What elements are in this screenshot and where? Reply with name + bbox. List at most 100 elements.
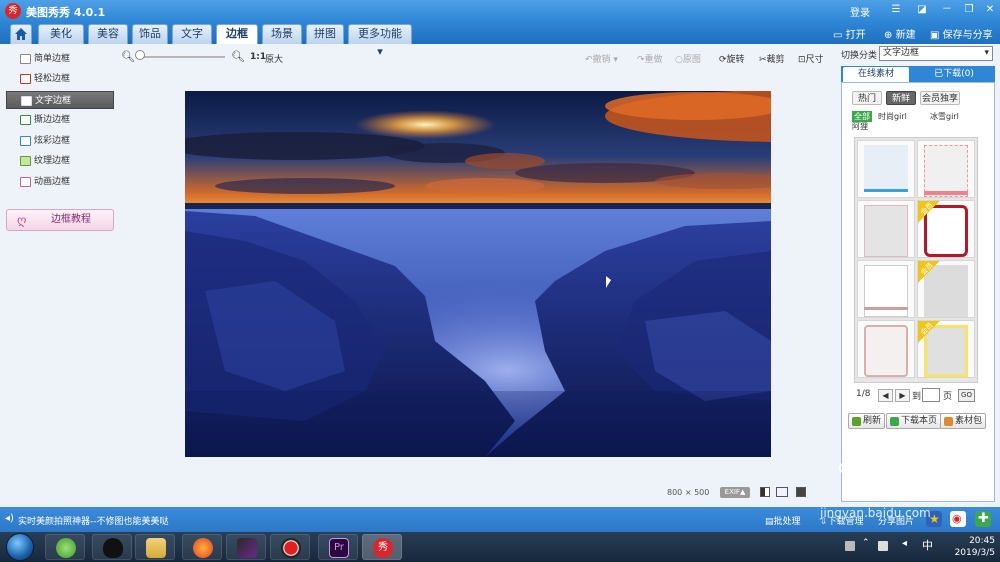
material-pack-button[interactable]: 素材包	[940, 413, 987, 429]
minimize-button[interactable]: －	[939, 3, 955, 17]
share-image-button[interactable]: 分享图片	[878, 514, 914, 527]
zoom-in-icon[interactable]: 🔍︎	[231, 50, 245, 63]
resize-button[interactable]: ⊡尺寸	[798, 52, 824, 65]
clock-date: 2019/3/5	[954, 548, 995, 558]
next-page-button[interactable]: ▶	[895, 389, 910, 402]
frame-category-panel: 简单边框 轻松边框 文字边框 撕边边框 炫彩边框 纹理边框 动画边框 ღ 边框教…	[0, 44, 120, 504]
menu-simple-frame[interactable]: 简单边框	[6, 50, 114, 68]
filter-ali[interactable]: 阿狸	[852, 121, 868, 132]
menu-icon[interactable]: ☰	[888, 3, 904, 17]
restore-button[interactable]: ❐	[961, 3, 977, 17]
zoom-out-icon[interactable]: 🔍︎	[121, 50, 135, 63]
battery-icon[interactable]	[878, 541, 888, 551]
ratio-1-1-button[interactable]: 1:1	[250, 52, 266, 62]
page-unit-label: 页	[943, 392, 953, 402]
skin-icon[interactable]: ◪	[914, 3, 930, 17]
split-view-icon[interactable]	[776, 487, 788, 497]
close-button[interactable]: ✕	[982, 3, 998, 17]
crop-button[interactable]: ✂裁剪	[759, 52, 785, 65]
tab-more[interactable]: 更多功能 ▾	[348, 24, 412, 58]
resize-label: 尺寸	[805, 55, 824, 65]
tab-text[interactable]: 文字	[172, 24, 212, 44]
new-button[interactable]: ⊕ 新建	[884, 26, 916, 41]
menu-colorful-frame[interactable]: 炫彩边框	[6, 132, 114, 150]
status-ad-link[interactable]: 实时美颜拍照神器--不修图也能美美哒	[18, 514, 169, 527]
tab-frame[interactable]: 边框	[216, 24, 258, 44]
material-thumbnail[interactable]: 会员	[917, 200, 975, 258]
tab-face[interactable]: 美容	[88, 24, 128, 44]
open-button[interactable]: ▭ 打开	[833, 26, 866, 41]
menu-easy-frame[interactable]: 轻松边框	[6, 70, 114, 88]
chip-new[interactable]: 新鲜	[886, 91, 916, 105]
restore-original-button[interactable]: ○原图	[675, 52, 701, 65]
ime-icon[interactable]: 中	[922, 537, 933, 552]
material-thumbnail[interactable]	[917, 140, 975, 198]
chip-member-only[interactable]: 会员独享	[920, 91, 960, 105]
material-thumbnail[interactable]	[857, 320, 915, 378]
tab-beautify[interactable]: 美化	[38, 24, 84, 44]
download-page-button[interactable]: 下载本页	[886, 413, 942, 429]
page-number-input[interactable]	[922, 388, 940, 402]
material-thumbnail[interactable]	[857, 200, 915, 258]
tab-collage[interactable]: 拼图	[306, 24, 344, 44]
login-link[interactable]: 登录	[850, 4, 870, 19]
keyboard-tray-icon[interactable]	[845, 541, 855, 551]
volume-icon[interactable]: ◂	[902, 538, 912, 549]
star-icon[interactable]: ★	[926, 511, 942, 527]
material-thumbnail[interactable]: 会员	[917, 320, 975, 378]
tab-accessory[interactable]: 饰品	[132, 24, 168, 44]
save-share-button[interactable]: ▣ 保存与分享	[930, 26, 993, 41]
category-select[interactable]: 文字边框 ▾	[879, 46, 993, 61]
download-manager-icon: ⇩	[820, 517, 828, 527]
start-button[interactable]	[6, 533, 34, 561]
tab-scene[interactable]: 场景	[262, 24, 302, 44]
taskbar-app[interactable]	[135, 534, 175, 560]
taskbar-app[interactable]	[270, 534, 310, 560]
material-thumbnail[interactable]	[857, 260, 915, 318]
windows-taskbar: Pr 秀 ⌃ ◂ 中 20:45 2019/3/5	[0, 532, 1000, 562]
undo-button[interactable]: ↶撤销 ▾	[585, 52, 618, 65]
undo-label: 撤销	[592, 55, 611, 65]
weibo-icon[interactable]: ◉	[950, 511, 966, 527]
rotate-button[interactable]: ⟳旋转	[719, 52, 745, 65]
fullscreen-icon[interactable]	[796, 487, 806, 497]
refresh-button[interactable]: 刷新	[848, 413, 886, 429]
tab-downloaded[interactable]: 已下载(0)	[921, 67, 987, 82]
original-size-button[interactable]: 原大	[265, 52, 283, 65]
menu-torn-frame[interactable]: 撕边边框	[6, 111, 114, 129]
mouse-cursor-icon	[606, 276, 611, 288]
filter-fashion-girl[interactable]: 时尚girl	[878, 111, 907, 122]
exif-button[interactable]: EXIF▲	[720, 487, 750, 498]
filter-ice-girl[interactable]: 冰雪girl	[930, 111, 959, 122]
system-clock[interactable]: 20:45 2019/3/5	[945, 535, 995, 559]
download-manager-button[interactable]: ⇩下载管理	[820, 514, 864, 527]
zoom-slider-handle[interactable]	[135, 50, 145, 60]
prev-page-button[interactable]: ◀	[878, 389, 893, 402]
compare-view-icon[interactable]	[760, 487, 770, 497]
photo-canvas[interactable]	[185, 91, 771, 457]
zoom-slider[interactable]	[137, 56, 225, 58]
material-thumbnail[interactable]: 会员	[917, 260, 975, 318]
menu-texture-frame[interactable]: 纹理边框	[6, 152, 114, 170]
material-thumbnail[interactable]	[857, 140, 915, 198]
taskbar-app[interactable]	[92, 534, 132, 560]
taskbar-app[interactable]: 秀	[362, 534, 402, 560]
batch-process-button[interactable]: ▤批处理	[765, 514, 801, 527]
save-icon: ▣	[930, 30, 940, 41]
redo-button[interactable]: ↷重做	[637, 52, 663, 65]
taskbar-app[interactable]	[182, 534, 222, 560]
go-button[interactable]: GO	[958, 389, 975, 402]
frame-tutorial-button[interactable]: ღ 边框教程	[6, 209, 114, 231]
menu-animated-frame[interactable]: 动画边框	[6, 173, 114, 191]
tab-home[interactable]	[10, 24, 32, 44]
chip-hot[interactable]: 热门	[852, 91, 882, 105]
taskbar-app[interactable]	[226, 534, 266, 560]
colorful-frame-icon	[20, 136, 31, 146]
menu-text-frame[interactable]: 文字边框	[6, 91, 114, 109]
taskbar-app[interactable]: Pr	[318, 534, 358, 560]
texture-frame-icon	[20, 156, 31, 166]
chevron-up-icon[interactable]: ⌃	[862, 538, 872, 548]
add-icon[interactable]: ✚	[975, 511, 991, 527]
taskbar-app[interactable]	[45, 534, 85, 560]
tab-online-material[interactable]: 在线素材	[843, 67, 909, 82]
